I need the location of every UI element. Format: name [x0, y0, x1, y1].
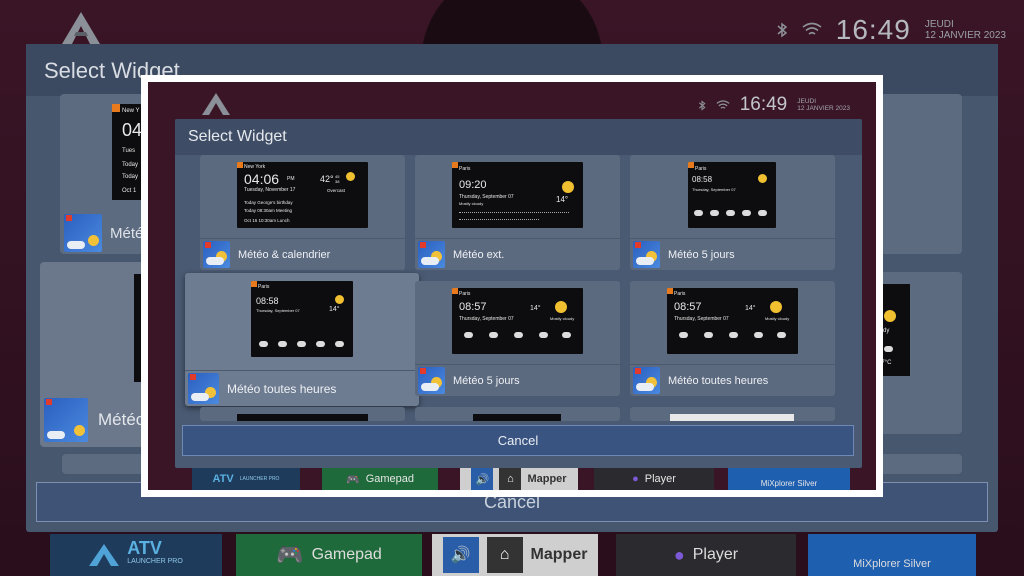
flag-marker [452, 162, 458, 168]
app-dock: ATV LAUNCHER PRO 🎮 Gamepad 🔊 ⌂ Mapper ● … [148, 468, 876, 490]
bluetooth-icon [777, 22, 787, 38]
flag-marker [237, 162, 243, 168]
widget-card-meteo-calendrier[interactable]: New York 04:06 PM 42° 45 38 Tuesday, Nov… [200, 155, 405, 270]
select-widget-dialog: Select Widget New York 04:06 PM 42° 45 3… [175, 119, 862, 468]
player-icon: ● [673, 544, 685, 565]
weather-app-icon [64, 214, 102, 252]
widget-label: Météo & calendrier [238, 248, 331, 261]
dock-mixplorer[interactable]: MiXplorer Silver [808, 534, 976, 576]
dock-mapper[interactable]: 🔊 ⌂ Mapper [460, 468, 578, 490]
widget-card-partial[interactable] [415, 407, 620, 421]
flag-marker [112, 104, 120, 112]
widget-preview: Paris 08:57 Thursday, September 07 14° M… [667, 288, 798, 354]
speaker-icon: 🔊 [442, 537, 479, 573]
dialog-title: Select Widget [175, 119, 862, 155]
widget-card-meteo-toutes-heures[interactable]: Paris 08:57 Thursday, September 07 14° M… [630, 281, 835, 396]
widget-card-partial[interactable] [200, 407, 405, 421]
speaker-icon: 🔊 [471, 468, 494, 490]
dock-mapper[interactable]: 🔊 ⌂ Mapper [432, 534, 598, 576]
weather-app-icon [418, 367, 445, 394]
weather-app-icon [203, 241, 230, 268]
gamepad-icon: 🎮 [276, 542, 304, 567]
home-icon: ⌂ [499, 468, 522, 490]
weather-app-icon [418, 241, 445, 268]
screenshot-frame: 16:49 JEUDI 12 JANVIER 2023 Select Widge… [141, 75, 883, 497]
widget-preview: Paris 09:20 Thursday, September 07 Mostl… [452, 162, 583, 228]
sun-icon [770, 301, 782, 313]
widget-label: Météo toutes heures [227, 381, 337, 396]
widget-grid: New York 04:06 PM 42° 45 38 Tuesday, Nov… [175, 155, 862, 421]
home-icon: ⌂ [486, 537, 523, 573]
flag-marker [688, 162, 694, 168]
weather-app-icon [633, 367, 660, 394]
dock-player[interactable]: ● Player [616, 534, 796, 576]
widget-card-meteo-5-jours[interactable]: Paris 08:58 Thursday, September 07 Météo… [630, 155, 835, 270]
inner-screen: 16:49 JEUDI 12 JANVIER 2023 Select Widge… [148, 82, 876, 490]
dock-gamepad[interactable]: 🎮 Gamepad [236, 534, 422, 576]
clock-time: 16:49 [739, 94, 788, 115]
atv-logo-icon [89, 544, 120, 566]
dock-mixplorer[interactable]: MiXplorer Silver [728, 468, 850, 490]
wifi-icon [716, 99, 730, 109]
clock-time: 16:49 [835, 14, 911, 45]
flag-marker [667, 288, 673, 294]
clock-date: JEUDI 12 JANVIER 2023 [797, 98, 850, 112]
bluetooth-icon [698, 99, 706, 111]
sun-icon [562, 181, 574, 193]
widget-label: Météo toutes heures [668, 374, 769, 387]
widget-label: Météo 5 jours [453, 374, 520, 387]
cancel-button[interactable]: Cancel [182, 425, 854, 456]
dock-atv-launcher[interactable]: ATV LAUNCHER PRO [50, 534, 222, 576]
sun-icon [555, 301, 567, 313]
flag-marker [251, 281, 257, 287]
sun-icon [335, 295, 344, 304]
widget-label: Météo ext. [453, 248, 505, 261]
widget-card-meteo-ext[interactable]: Paris 09:20 Thursday, September 07 Mostl… [415, 155, 620, 270]
weather-app-icon [44, 398, 88, 442]
status-bar: 16:49 JEUDI 12 JANVIER 2023 [698, 94, 850, 116]
widget-preview: Paris 08:58 Thursday, September 07 14° [251, 281, 353, 357]
atv-logo-icon [62, 12, 100, 44]
sun-icon [758, 174, 767, 183]
widget-card-meteo-5-jours[interactable]: Paris 08:57 Thursday, September 07 14° M… [415, 281, 620, 396]
player-icon: ● [632, 473, 639, 485]
widget-preview: New York 04:06 PM 42° 45 38 Tuesday, Nov… [237, 162, 368, 228]
clock-date: JEUDI 12 JANVIER 2023 [924, 19, 1006, 41]
dock-gamepad[interactable]: 🎮 Gamepad [322, 468, 438, 490]
dock-atv-launcher[interactable]: ATV LAUNCHER PRO [192, 468, 300, 490]
widget-label: Météo 5 jours [668, 248, 735, 261]
weather-app-icon [633, 241, 660, 268]
widget-preview: Paris 08:58 Thursday, September 07 [688, 162, 776, 228]
gamepad-icon: 🎮 [345, 473, 360, 486]
atv-logo-icon [202, 93, 230, 115]
widget-card-partial[interactable] [630, 407, 835, 421]
status-bar: 16:49 JEUDI 12 JANVIER 2023 [776, 14, 1006, 46]
widget-card-meteo-toutes-heures-selected[interactable]: Paris 08:58 Thursday, September 07 14° M… [185, 273, 419, 406]
weather-app-icon [188, 373, 219, 404]
widget-preview: Paris 08:57 Thursday, September 07 14° M… [452, 288, 583, 354]
wifi-icon [802, 22, 822, 35]
sun-icon [346, 172, 355, 181]
flag-marker [452, 288, 458, 294]
dock-player[interactable]: ● Player [594, 468, 714, 490]
